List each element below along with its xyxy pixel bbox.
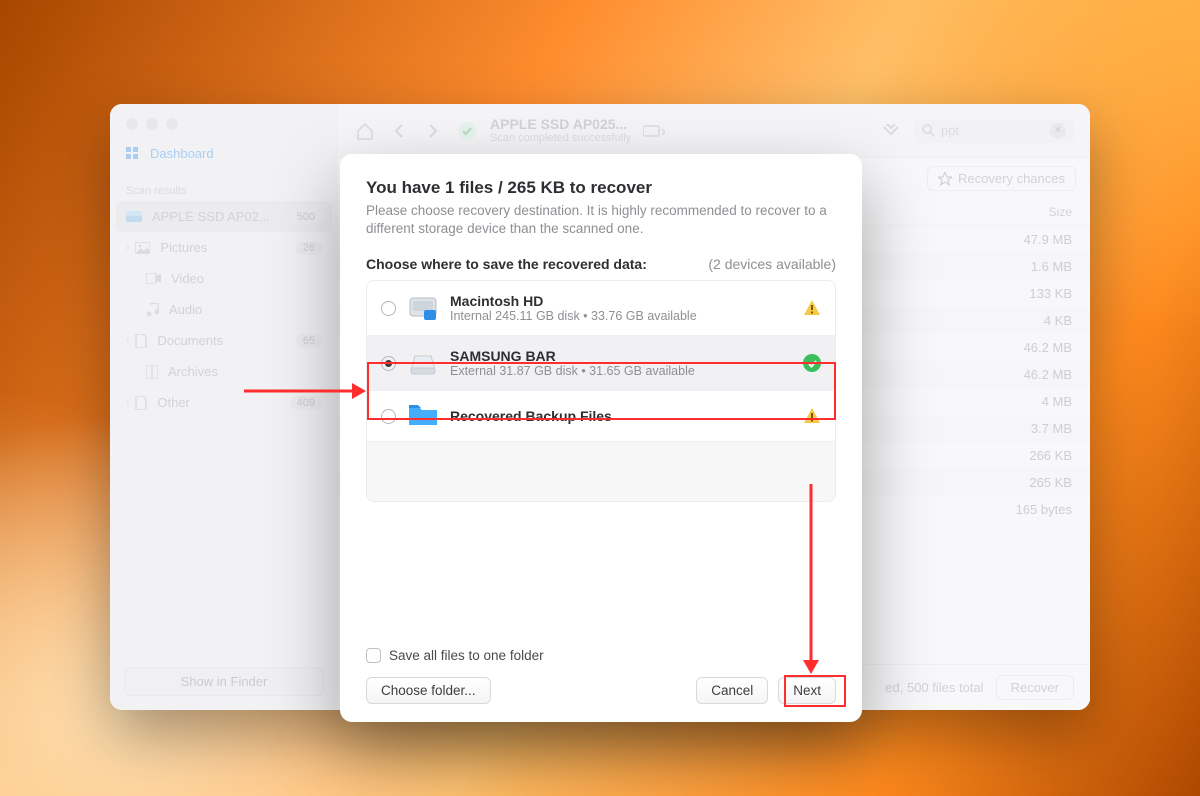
next-label: Next — [793, 683, 821, 698]
sidebar-item-documents[interactable]: › Documents 65 — [110, 325, 338, 356]
chevron-right-icon: › — [126, 397, 129, 408]
destination-filler — [367, 441, 835, 501]
picture-icon — [135, 242, 150, 254]
sidebar-item-disk[interactable]: APPLE SSD AP02... 500 — [116, 201, 332, 232]
ok-icon — [803, 354, 821, 372]
sidebar-section-header: Scan results — [110, 169, 338, 201]
sidebar-item-video[interactable]: Video — [110, 263, 338, 294]
search-field[interactable]: ppt ✕ — [914, 119, 1074, 143]
modal-subtitle: Please choose recovery destination. It i… — [366, 202, 836, 238]
nav-back-icon[interactable] — [388, 120, 410, 142]
cancel-label: Cancel — [711, 683, 753, 698]
sidebar-item-label: Other — [157, 395, 190, 410]
choose-destination-row: Choose where to save the recovered data:… — [366, 256, 836, 272]
overflow-icon[interactable] — [880, 120, 902, 142]
col-size: Size — [986, 205, 1072, 219]
document-icon — [135, 334, 147, 348]
destination-option[interactable]: Recovered Backup Files — [367, 390, 835, 441]
sidebar-dashboard[interactable]: Dashboard — [110, 138, 338, 169]
sidebar-item-pictures[interactable]: › Pictures 26 — [110, 232, 338, 263]
sidebar-dashboard-label: Dashboard — [150, 146, 214, 161]
radio[interactable] — [381, 409, 396, 424]
show-in-finder-label: Show in Finder — [181, 674, 268, 689]
sidebar-item-count: 26 — [296, 241, 322, 255]
search-icon — [922, 124, 935, 137]
external-disk-icon — [408, 350, 438, 376]
sidebar-item-label: Archives — [168, 364, 218, 379]
choose-label: Choose where to save the recovered data: — [366, 256, 647, 272]
choose-folder-label: Choose folder... — [381, 683, 476, 698]
destination-list: Macintosh HD Internal 245.11 GB disk • 3… — [366, 280, 836, 502]
radio[interactable] — [381, 356, 396, 371]
sidebar-item-label: APPLE SSD AP02... — [152, 209, 270, 224]
internal-disk-icon — [408, 295, 438, 321]
close-dot[interactable] — [126, 118, 138, 130]
recovery-chances-button[interactable]: Recovery chances — [927, 166, 1076, 191]
next-button[interactable]: Next — [778, 677, 836, 704]
sidebar-item-count: 409 — [290, 396, 322, 410]
grid-icon — [126, 147, 140, 161]
search-text: ppt — [941, 123, 959, 138]
clear-search-icon[interactable]: ✕ — [1050, 123, 1066, 139]
window-traffic-lights — [110, 104, 338, 138]
folder-icon — [408, 403, 438, 429]
recovery-chances-label: Recovery chances — [958, 171, 1065, 186]
sidebar-item-label: Documents — [157, 333, 223, 348]
nav-fwd-icon[interactable] — [422, 120, 444, 142]
star-icon — [938, 172, 952, 186]
destination-option[interactable]: Macintosh HD Internal 245.11 GB disk • 3… — [367, 281, 835, 335]
chevron-right-icon: › — [126, 242, 129, 253]
destination-option-selected[interactable]: SAMSUNG BAR External 31.87 GB disk • 31.… — [367, 335, 835, 390]
warning-icon — [803, 407, 821, 425]
max-dot[interactable] — [166, 118, 178, 130]
destination-title: Recovered Backup Files — [450, 408, 612, 424]
view-mode-icon[interactable] — [643, 120, 665, 142]
sidebar-item-archives[interactable]: Archives — [110, 356, 338, 387]
sidebar-item-label: Video — [171, 271, 204, 286]
chevron-right-icon: › — [126, 335, 129, 346]
destination-detail: Internal 245.11 GB disk • 33.76 GB avail… — [450, 309, 697, 323]
save-all-label: Save all files to one folder — [389, 648, 544, 663]
recovery-modal: You have 1 files / 265 KB to recover Ple… — [340, 154, 862, 722]
recover-button[interactable]: Recover — [996, 675, 1074, 700]
destination-title: Macintosh HD — [450, 293, 697, 309]
save-all-checkbox-row[interactable]: Save all files to one folder — [366, 640, 836, 677]
choose-folder-button[interactable]: Choose folder... — [366, 677, 491, 704]
toolbar-title-text: APPLE SSD AP025... — [490, 117, 631, 132]
other-icon — [135, 396, 147, 410]
show-in-finder-button[interactable]: Show in Finder — [124, 667, 324, 696]
checkbox[interactable] — [366, 648, 381, 663]
radio[interactable] — [381, 301, 396, 316]
toolbar-title: APPLE SSD AP025... Scan completed succes… — [490, 117, 631, 144]
destination-title: SAMSUNG BAR — [450, 348, 695, 364]
sidebar-item-audio[interactable]: Audio — [110, 294, 338, 325]
toolbar: APPLE SSD AP025... Scan completed succes… — [338, 104, 1090, 158]
cancel-button[interactable]: Cancel — [696, 677, 768, 704]
sidebar: Dashboard Scan results APPLE SSD AP02...… — [110, 104, 338, 710]
archive-icon — [146, 365, 158, 379]
recover-label: Recover — [1011, 680, 1059, 695]
sidebar-item-count: 65 — [296, 334, 322, 348]
home-icon[interactable] — [354, 120, 376, 142]
modal-actions: Choose folder... Cancel Next — [366, 677, 836, 704]
devices-available: (2 devices available) — [708, 256, 836, 272]
warning-icon — [803, 299, 821, 317]
footer-summary: ed, 500 files total — [885, 680, 983, 695]
audio-icon — [146, 303, 159, 317]
min-dot[interactable] — [146, 118, 158, 130]
sidebar-item-label: Audio — [169, 302, 202, 317]
destination-detail: External 31.87 GB disk • 31.65 GB availa… — [450, 364, 695, 378]
sidebar-item-count: 500 — [290, 210, 322, 224]
modal-heading: You have 1 files / 265 KB to recover — [366, 178, 836, 198]
video-icon — [146, 273, 161, 284]
scan-ok-icon — [456, 120, 478, 142]
sidebar-item-other[interactable]: › Other 409 — [110, 387, 338, 418]
sidebar-item-label: Pictures — [160, 240, 207, 255]
toolbar-subtitle: Scan completed successfully — [490, 132, 631, 144]
disk-icon — [126, 211, 142, 223]
